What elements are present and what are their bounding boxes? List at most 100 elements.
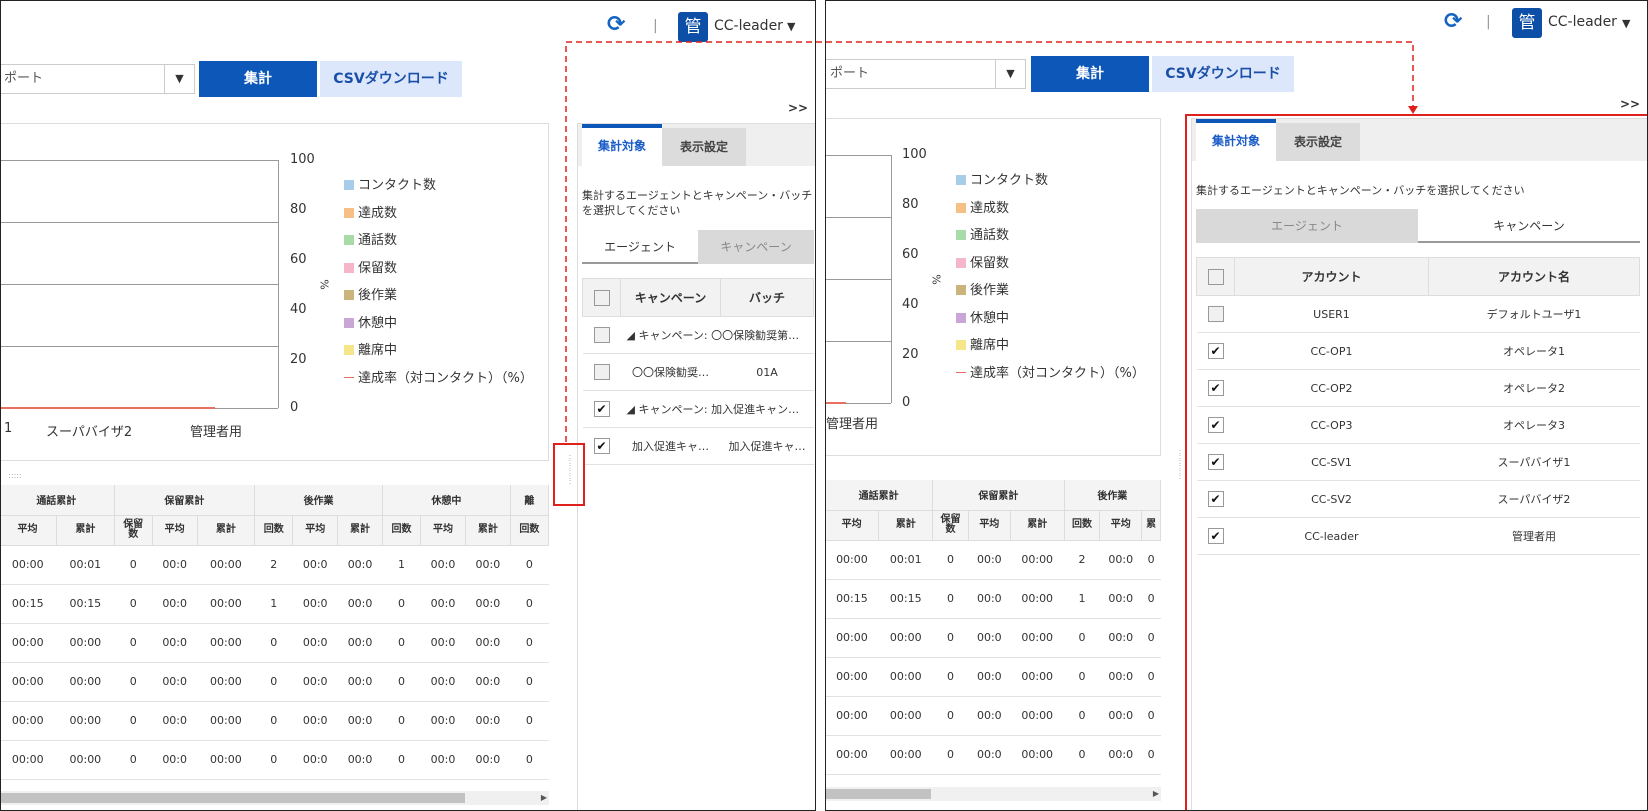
- expand-panel-button[interactable]: >>: [1620, 97, 1640, 111]
- row-checkbox[interactable]: ✔: [593, 438, 610, 454]
- column-header[interactable]: 平均: [420, 515, 466, 546]
- chevron-down-icon[interactable]: ▼: [1622, 17, 1630, 30]
- table-cell: 00:00: [1010, 618, 1065, 658]
- table-cell: 0: [932, 618, 969, 658]
- expand-panel-button[interactable]: >>: [788, 101, 808, 115]
- table-row[interactable]: 00:00 00:00 0 00:0 00:00 0 00:0 0: [826, 696, 1161, 736]
- column-header-campaign[interactable]: キャンペーン: [620, 278, 721, 317]
- table-row[interactable]: 00:00 00:01 0 00:0 00:00 2 00:0 00:0 1 00:0 00:0 0: [1, 545, 549, 585]
- report-select[interactable]: ポート ▼: [826, 59, 1026, 89]
- table-row[interactable]: 00:00 00:01 0 00:0 00:00 2 00:0 0: [826, 540, 1161, 580]
- table-cell: 00:0: [337, 623, 383, 663]
- column-header[interactable]: 累計: [337, 515, 383, 546]
- column-header[interactable]: 回数: [254, 515, 294, 546]
- column-header[interactable]: 累計: [56, 515, 115, 546]
- table-row[interactable]: 00:00 00:00 0 00:0 00:00 0 00:0 0: [826, 735, 1161, 775]
- campaign-group-row[interactable]: ◢ キャンペーン: 〇〇保険勧奨第…: [582, 316, 814, 354]
- column-header[interactable]: 平均: [152, 515, 198, 546]
- legend-item[interactable]: 達成数: [956, 197, 1009, 216]
- table-row[interactable]: 00:15 00:15 0 00:0 00:00 1 00:0 0: [826, 579, 1161, 619]
- table-cell: 00:00: [826, 618, 879, 658]
- row-checkbox[interactable]: [593, 327, 610, 343]
- table-row[interactable]: 00:00 00:00 0 00:0 00:00 0 00:0 00:0 0 00:0 00:0 0: [1, 740, 549, 780]
- column-header[interactable]: 回数: [382, 515, 422, 546]
- column-header[interactable]: 回数: [1064, 510, 1101, 541]
- table-row[interactable]: 00:15 00:15 0 00:0 00:00 1 00:0 00:0 0 00:0 00:0 0: [1, 584, 549, 624]
- column-header[interactable]: 累計: [1010, 510, 1065, 541]
- table-cell: 00:00: [878, 696, 933, 736]
- user-name[interactable]: CC-leader: [714, 18, 783, 34]
- user-avatar[interactable]: 管: [1512, 8, 1542, 38]
- column-header[interactable]: 平均: [826, 510, 880, 541]
- legend-item[interactable]: 達成率（対コンタクト）（%）: [956, 362, 1145, 381]
- column-header[interactable]: 回数: [510, 515, 550, 546]
- legend-item[interactable]: 達成数: [344, 202, 397, 221]
- table-row[interactable]: 00:00 00:00 0 00:0 00:00 0 00:0 0: [826, 657, 1161, 697]
- csv-download-button[interactable]: CSVダウンロード: [1152, 56, 1294, 92]
- table-cell: 00:0: [420, 701, 466, 741]
- tab-aggregate-target[interactable]: 集計対象: [582, 124, 662, 166]
- legend-item[interactable]: 通話数: [344, 229, 397, 248]
- aggregate-button[interactable]: 集計: [1031, 56, 1149, 92]
- report-select[interactable]: ポート ▼: [1, 64, 195, 94]
- tab-display-settings[interactable]: 表示設定: [662, 128, 746, 166]
- legend-item[interactable]: 保留数: [344, 257, 397, 276]
- legend-item[interactable]: コンタクト数: [956, 169, 1048, 188]
- refresh-icon[interactable]: ⟳: [607, 12, 625, 37]
- row-checkbox[interactable]: ✔: [593, 401, 610, 417]
- table-row[interactable]: 00:00 00:00 0 00:0 00:00 0 00:0 00:0 0 00:0 00:0 0: [1, 701, 549, 741]
- column-header[interactable]: 平均: [968, 510, 1011, 541]
- campaign-group-row[interactable]: ✔ ◢ キャンペーン: 加入促進キャン…: [582, 390, 814, 428]
- column-header[interactable]: 保留 数: [932, 510, 969, 541]
- segment-campaign[interactable]: キャンペーン: [698, 230, 814, 264]
- batch-row[interactable]: 〇〇保険勧奨… 01A: [582, 353, 814, 391]
- user-avatar[interactable]: 管: [678, 12, 708, 42]
- legend-swatch: [956, 257, 966, 268]
- column-header[interactable]: 平均: [1099, 510, 1143, 541]
- csv-download-button[interactable]: CSVダウンロード: [320, 61, 462, 97]
- legend-item[interactable]: 後作業: [344, 284, 397, 303]
- scrollbar-thumb[interactable]: [826, 789, 931, 799]
- select-all-checkbox[interactable]: [593, 289, 610, 306]
- y-tick-label: 60: [290, 252, 307, 267]
- table-row[interactable]: 00:00 00:00 0 00:0 00:00 0 00:0 0: [826, 618, 1161, 658]
- table-cell: 0: [932, 657, 969, 697]
- column-header[interactable]: 保留 数: [114, 515, 153, 546]
- legend-item[interactable]: 保留数: [956, 252, 1009, 271]
- chevron-down-icon[interactable]: ▼: [787, 20, 795, 33]
- legend-item[interactable]: 休憩中: [344, 312, 397, 331]
- table-cell: 0: [254, 623, 293, 663]
- aggregate-button[interactable]: 集計: [199, 61, 317, 97]
- horizontal-scrollbar[interactable]: ▶: [826, 787, 1161, 801]
- legend-item[interactable]: 後作業: [956, 279, 1009, 298]
- column-header[interactable]: 累計: [197, 515, 256, 546]
- segment-agent[interactable]: エージェント: [582, 230, 698, 264]
- scroll-right-arrow-icon[interactable]: ▶: [541, 791, 547, 805]
- column-header[interactable]: 平均: [292, 515, 339, 546]
- legend-item[interactable]: コンタクト数: [344, 174, 436, 193]
- legend-item[interactable]: 通話数: [956, 224, 1009, 243]
- resize-handle[interactable]: :::::: [5, 472, 25, 480]
- batch-row[interactable]: ✔ 加入促進キャ… 加入促進キャ…: [582, 427, 814, 465]
- column-header[interactable]: 累: [1141, 510, 1161, 541]
- legend-swatch: [956, 312, 966, 323]
- legend-item[interactable]: 離席中: [956, 334, 1009, 353]
- legend-item[interactable]: 達成率（対コンタクト）（%）: [344, 367, 533, 386]
- column-header[interactable]: 累計: [465, 515, 511, 546]
- legend-item[interactable]: 離席中: [344, 339, 397, 358]
- select-arrow-icon: ▼: [995, 60, 1025, 88]
- column-header[interactable]: 累計: [878, 510, 934, 541]
- horizontal-scrollbar[interactable]: ▶: [1, 791, 549, 805]
- table-row[interactable]: 00:00 00:00 0 00:0 00:00 0 00:0 00:0 0 00:0 00:0 0: [1, 662, 549, 702]
- refresh-icon[interactable]: ⟳: [1444, 9, 1462, 34]
- legend-item[interactable]: 休憩中: [956, 307, 1009, 326]
- table-cell: 00:00: [1010, 735, 1065, 775]
- row-checkbox[interactable]: [593, 364, 610, 380]
- scrollbar-thumb[interactable]: [1, 793, 465, 803]
- scroll-right-arrow-icon[interactable]: ▶: [1153, 787, 1159, 801]
- user-name[interactable]: CC-leader: [1548, 14, 1617, 30]
- column-header[interactable]: 平均: [1, 515, 58, 546]
- column-header-batch[interactable]: バッチ: [720, 278, 814, 317]
- table-row[interactable]: 00:00 00:00 0 00:0 00:00 0 00:0 00:0 0 00:0 00:0 0: [1, 623, 549, 663]
- panel-resize-handle[interactable]: ::::::: [1176, 448, 1184, 481]
